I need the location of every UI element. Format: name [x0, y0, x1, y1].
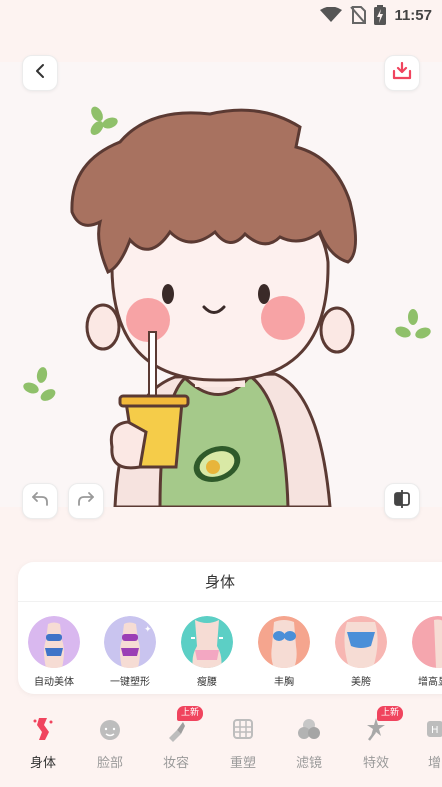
- enhance-icon: H: [418, 716, 442, 742]
- nav-body[interactable]: 身体: [18, 716, 68, 771]
- new-badge: 上新: [177, 706, 204, 721]
- tool-label: 丰胸: [274, 677, 294, 688]
- one-click-shape-thumbnail: ✦: [104, 616, 156, 668]
- body-icon: [30, 716, 56, 742]
- enhance-bust-thumbnail: [258, 616, 310, 668]
- nav-label: 妆容: [162, 756, 189, 771]
- chevron-left-icon: [33, 63, 47, 83]
- download-button[interactable]: [384, 55, 420, 91]
- tool-label: 增高显瘦: [418, 677, 442, 688]
- tool-enhance-bust[interactable]: 丰胸: [249, 616, 319, 688]
- download-icon: [392, 61, 412, 84]
- nav-label: 身体: [29, 756, 56, 771]
- compare-icon: [392, 490, 412, 512]
- new-badge: 上新: [377, 706, 404, 721]
- tool-taller-slimmer[interactable]: 增高显瘦: [403, 616, 442, 688]
- tool-shape-hips[interactable]: 美胯: [326, 616, 396, 688]
- nav-label: 滤镜: [295, 756, 322, 771]
- panel-title: 身体: [18, 562, 442, 602]
- body-tools-panel: 身体 自动美体 ✦ 一键塑形 瘦腰 丰胸 美胯 增高: [18, 562, 442, 694]
- nav-makeup[interactable]: 上新 妆容: [151, 706, 204, 771]
- nav-label: 重塑: [229, 756, 256, 771]
- svg-text:H: H: [431, 725, 439, 736]
- lipstick-icon: 上新: [163, 706, 204, 742]
- taller-slimmer-thumbnail: [412, 616, 442, 668]
- redo-icon: [77, 491, 95, 511]
- wifi-icon: [320, 7, 343, 23]
- slim-waist-thumbnail: [181, 616, 233, 668]
- tool-one-click-shape[interactable]: ✦ 一键塑形: [95, 616, 165, 688]
- status-time: 11:57: [394, 6, 432, 24]
- tool-label: 美胯: [351, 677, 371, 688]
- face-icon: [97, 716, 123, 742]
- tool-label: 一键塑形: [110, 677, 150, 688]
- nav-effects[interactable]: 上新 特效: [351, 706, 404, 771]
- tools-list[interactable]: 自动美体 ✦ 一键塑形 瘦腰 丰胸 美胯 增高: [18, 602, 442, 694]
- nav-reshape[interactable]: 重塑: [218, 716, 268, 771]
- nav-enhance[interactable]: H 增: [418, 716, 442, 771]
- tool-slim-waist[interactable]: 瘦腰: [172, 616, 242, 688]
- photo-canvas[interactable]: [0, 62, 442, 507]
- reshape-icon: [230, 716, 256, 742]
- auto-body-thumbnail: [28, 616, 80, 668]
- redo-button[interactable]: [68, 483, 104, 519]
- undo-button[interactable]: [22, 483, 58, 519]
- nav-face[interactable]: 脸部: [85, 716, 135, 771]
- nav-label: 增: [428, 756, 442, 771]
- nav-filter[interactable]: 滤镜: [284, 716, 334, 771]
- nav-label: 脸部: [96, 756, 123, 771]
- status-bar: 11:57: [0, 0, 442, 30]
- tool-label: 自动美体: [34, 677, 74, 688]
- back-button[interactable]: [22, 55, 58, 91]
- nav-label: 特效: [362, 756, 389, 771]
- effects-icon: 上新: [363, 706, 404, 742]
- bottom-nav: 身体 脸部 上新 妆容 重塑 滤镜 上新 特效 H 增: [0, 706, 442, 787]
- battery-charging-icon: [374, 5, 387, 25]
- undo-icon: [31, 491, 49, 511]
- shape-hips-thumbnail: [335, 616, 387, 668]
- tool-label: 瘦腰: [197, 677, 217, 688]
- compare-button[interactable]: [384, 483, 420, 519]
- tool-auto-body[interactable]: 自动美体: [19, 616, 89, 688]
- filter-icon: [296, 716, 322, 742]
- svg-text:✦: ✦: [144, 625, 152, 635]
- no-sim-icon: [350, 6, 367, 24]
- cartoon-boy-image: [0, 62, 442, 507]
